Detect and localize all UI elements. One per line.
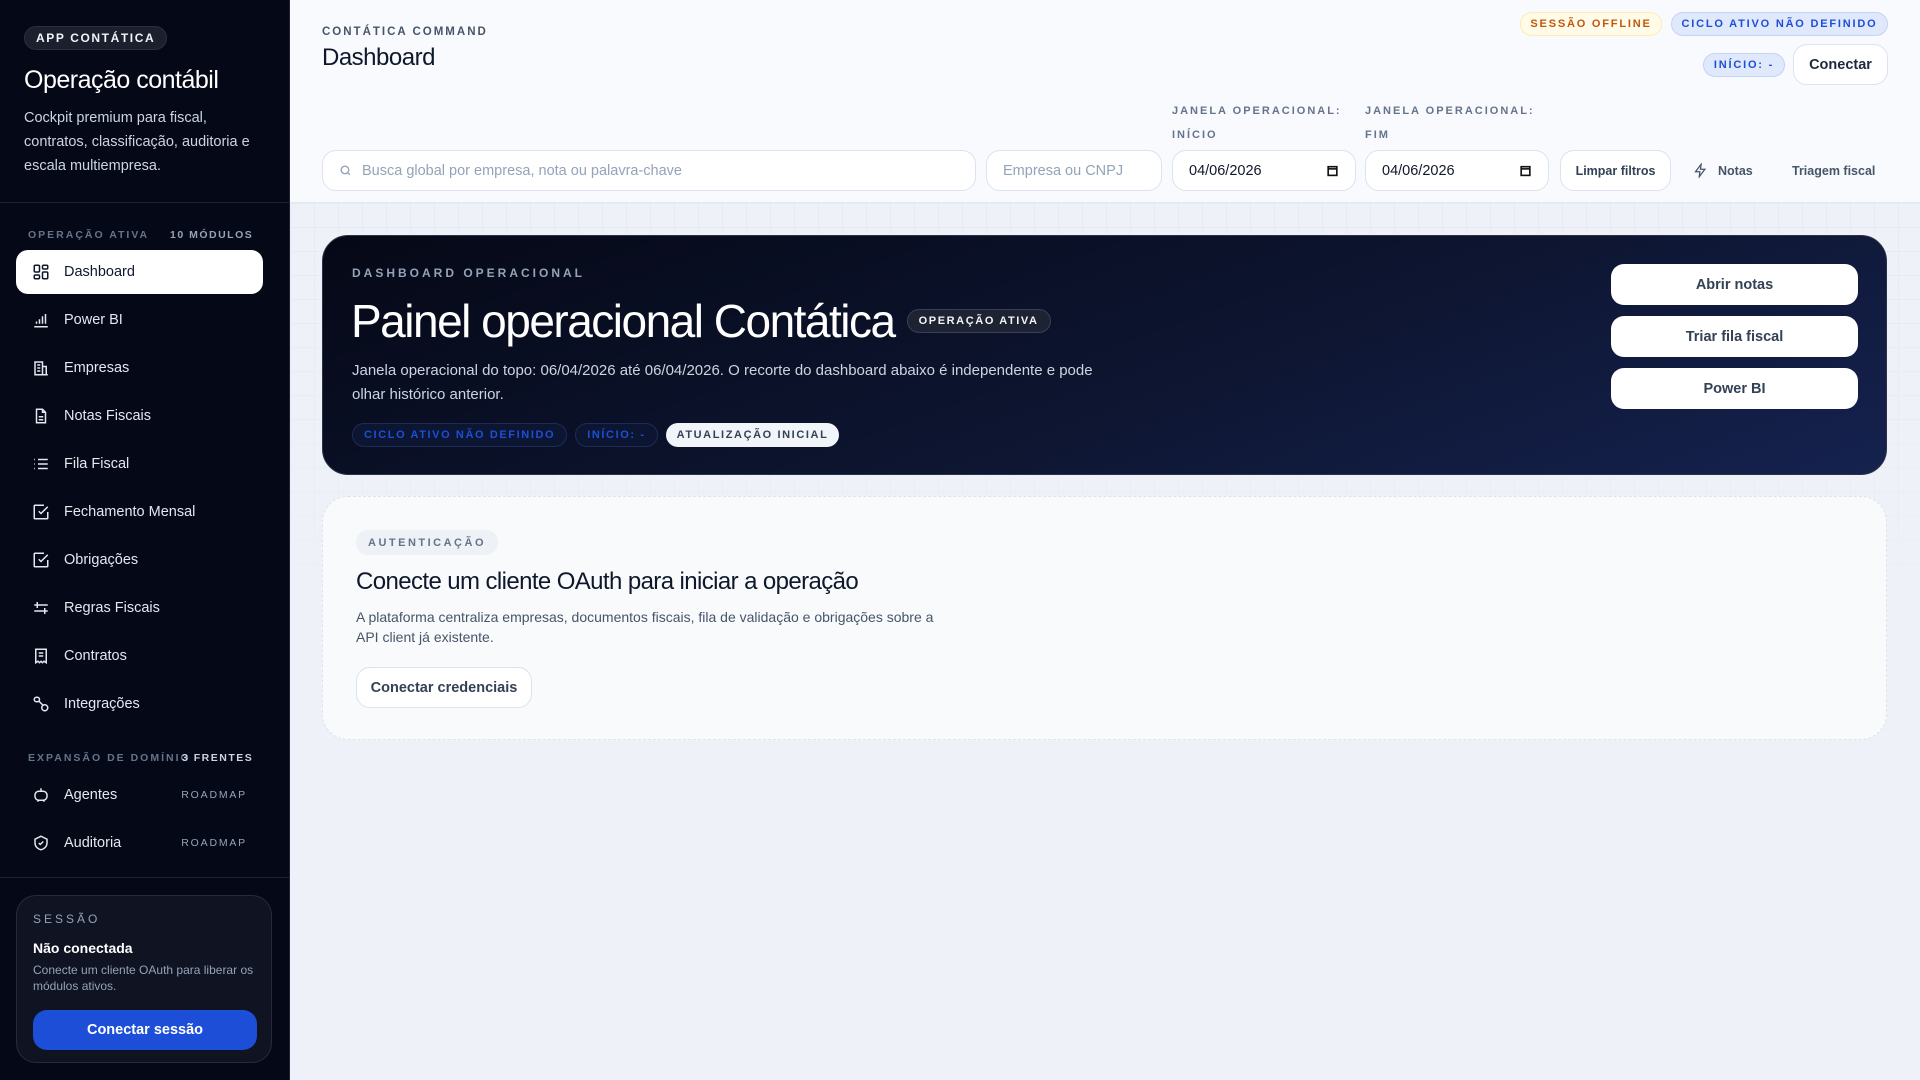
auth-card: AUTENTICAÇÃO Conecte um cliente OAuth pa… bbox=[322, 496, 1887, 740]
calendar-icon[interactable] bbox=[1326, 164, 1339, 177]
sidebar-title: Operação contábil bbox=[24, 66, 219, 94]
auth-chip: AUTENTICAÇÃO bbox=[356, 530, 498, 555]
hero-title: Painel operacional Contática bbox=[351, 295, 896, 347]
bot-icon bbox=[34, 788, 48, 802]
sidebar-item-empresas[interactable]: Empresas bbox=[16, 346, 263, 390]
section-count: 3 FRENTES bbox=[182, 752, 254, 764]
roadmap-tag: ROADMAP bbox=[181, 837, 247, 849]
company-placeholder: Empresa ou CNPJ bbox=[1003, 162, 1124, 179]
start-badge: INÍCIO: - bbox=[1703, 53, 1785, 77]
sidebar-item-label: Power BI bbox=[64, 312, 123, 328]
sidebar-item-auditoria[interactable]: Auditoria ROADMAP bbox=[16, 821, 263, 865]
sidebar-item-contratos[interactable]: Contratos bbox=[16, 634, 263, 678]
sidebar-item-label: Obrigações bbox=[64, 552, 139, 568]
sidebar-item-label: Fila Fiscal bbox=[64, 456, 130, 472]
triage-queue-button[interactable]: Triar fila fiscal bbox=[1611, 316, 1858, 357]
sidebar-item-dashboard[interactable]: Dashboard bbox=[16, 250, 263, 294]
divider bbox=[0, 202, 290, 203]
search-input[interactable]: Busca global por empresa, nota ou palavr… bbox=[322, 150, 976, 191]
session-label: SESSÃO bbox=[33, 912, 101, 926]
sidebar-item-label: Fechamento Mensal bbox=[64, 504, 196, 520]
sidebar: APP CONTÁTICA Operação contábil Cockpit … bbox=[0, 0, 290, 1080]
header-kicker: CONTÁTICA COMMAND bbox=[322, 26, 488, 38]
file-text-icon bbox=[35, 408, 47, 424]
sidebar-description: Cockpit premium para fiscal, contratos, … bbox=[24, 110, 250, 174]
section-label: EXPANSÃO DE DOMÍNIO bbox=[28, 752, 191, 764]
sidebar-item-power-bi[interactable]: Power BI bbox=[16, 298, 263, 342]
sidebar-item-label: Notas Fiscais bbox=[64, 408, 152, 424]
connect-button[interactable]: Conectar bbox=[1793, 44, 1888, 85]
session-description: Conecte um cliente OAuth para liberar os… bbox=[33, 963, 254, 993]
auth-description: A plataforma centraliza empresas, docume… bbox=[356, 609, 934, 645]
bar-chart-icon bbox=[34, 314, 48, 328]
sidebar-item-notas-fiscais[interactable]: Notas Fiscais bbox=[16, 394, 263, 438]
sidebar-item-label: Auditoria bbox=[64, 835, 122, 851]
brand-badge: APP CONTÁTICA bbox=[24, 26, 168, 50]
hero-kicker: DASHBOARD OPERACIONAL bbox=[352, 266, 586, 280]
section-count: 10 MÓDULOS bbox=[170, 229, 254, 241]
session-status: Não conectada bbox=[33, 940, 133, 956]
calendar-icon[interactable] bbox=[1519, 164, 1532, 177]
operation-active-badge: OPERAÇÃO ATIVA bbox=[906, 309, 1051, 333]
connect-credentials-button[interactable]: Conectar credenciais bbox=[356, 667, 532, 708]
triage-button[interactable]: Triagem fiscal bbox=[1792, 150, 1875, 191]
search-icon bbox=[340, 165, 351, 176]
sidebar-item-integracoes[interactable]: Integrações bbox=[16, 682, 263, 726]
clear-filters-button[interactable]: Limpar filtros bbox=[1560, 150, 1671, 191]
grid-icon bbox=[33, 264, 49, 280]
sidebar-item-label: Regras Fiscais bbox=[64, 600, 160, 616]
end-date-label: JANELA OPERACIONAL: bbox=[1365, 105, 1535, 117]
sidebar-item-fila-fiscal[interactable]: Fila Fiscal bbox=[16, 442, 263, 486]
start-date-input[interactable]: 04/06/2026 bbox=[1172, 150, 1356, 191]
building-icon bbox=[34, 361, 48, 376]
sidebar-item-label: Integrações bbox=[64, 696, 140, 712]
start-date-sublabel: INÍCIO bbox=[1172, 129, 1218, 141]
power-bi-button[interactable]: Power BI bbox=[1611, 368, 1858, 409]
check-square-icon bbox=[33, 504, 49, 520]
sidebar-item-label: Dashboard bbox=[64, 264, 135, 280]
sidebar-item-obrigacoes[interactable]: Obrigações bbox=[16, 538, 263, 582]
end-date-value: 04/06/2026 bbox=[1382, 162, 1455, 179]
end-date-sublabel: FIM bbox=[1365, 129, 1390, 141]
sidebar-item-agentes[interactable]: Agentes ROADMAP bbox=[16, 773, 263, 817]
end-date-input[interactable]: 04/06/2026 bbox=[1365, 150, 1549, 191]
auth-title: Conecte um cliente OAuth para iniciar a … bbox=[356, 568, 859, 595]
session-card: SESSÃO Não conectada Conecte um cliente … bbox=[16, 895, 272, 1063]
sidebar-item-label: Contratos bbox=[64, 648, 127, 664]
roadmap-tag: ROADMAP bbox=[181, 789, 247, 801]
sidebar-item-regras-fiscais[interactable]: Regras Fiscais bbox=[16, 586, 263, 630]
company-input[interactable]: Empresa ou CNPJ bbox=[986, 150, 1162, 191]
sliders-icon bbox=[34, 602, 48, 614]
start-chip: INÍCIO: - bbox=[575, 423, 658, 447]
list-icon bbox=[34, 458, 48, 470]
link-icon bbox=[33, 696, 49, 712]
hero-description: Janela operacional do topo: 06/04/2026 a… bbox=[352, 362, 1093, 403]
check-square-icon bbox=[33, 552, 49, 568]
receipt-icon bbox=[35, 648, 47, 665]
connect-session-button[interactable]: Conectar sessão bbox=[33, 1010, 257, 1050]
notes-label: Notas bbox=[1718, 163, 1753, 178]
divider bbox=[0, 877, 290, 878]
search-placeholder: Busca global por empresa, nota ou palavr… bbox=[362, 162, 682, 179]
shield-check-icon bbox=[34, 835, 48, 851]
open-notes-button[interactable]: Abrir notas bbox=[1611, 264, 1858, 305]
lightning-icon bbox=[1694, 163, 1707, 178]
page-title: Dashboard bbox=[322, 44, 435, 71]
sidebar-item-label: Empresas bbox=[64, 360, 130, 376]
start-date-value: 04/06/2026 bbox=[1189, 162, 1262, 179]
session-offline-badge: SESSÃO OFFLINE bbox=[1520, 12, 1662, 36]
start-date-label: JANELA OPERACIONAL: bbox=[1172, 105, 1342, 117]
sidebar-item-label: Agentes bbox=[64, 787, 118, 803]
update-chip: ATUALIZAÇÃO INICIAL bbox=[665, 423, 840, 447]
cycle-chip: CICLO ATIVO NÃO DEFINIDO bbox=[352, 423, 568, 447]
section-label: OPERAÇÃO ATIVA bbox=[28, 229, 150, 241]
notes-button[interactable]: Notas bbox=[1693, 150, 1753, 191]
cycle-badge: CICLO ATIVO NÃO DEFINIDO bbox=[1671, 12, 1888, 36]
sidebar-item-fechamento-mensal[interactable]: Fechamento Mensal bbox=[16, 490, 263, 534]
